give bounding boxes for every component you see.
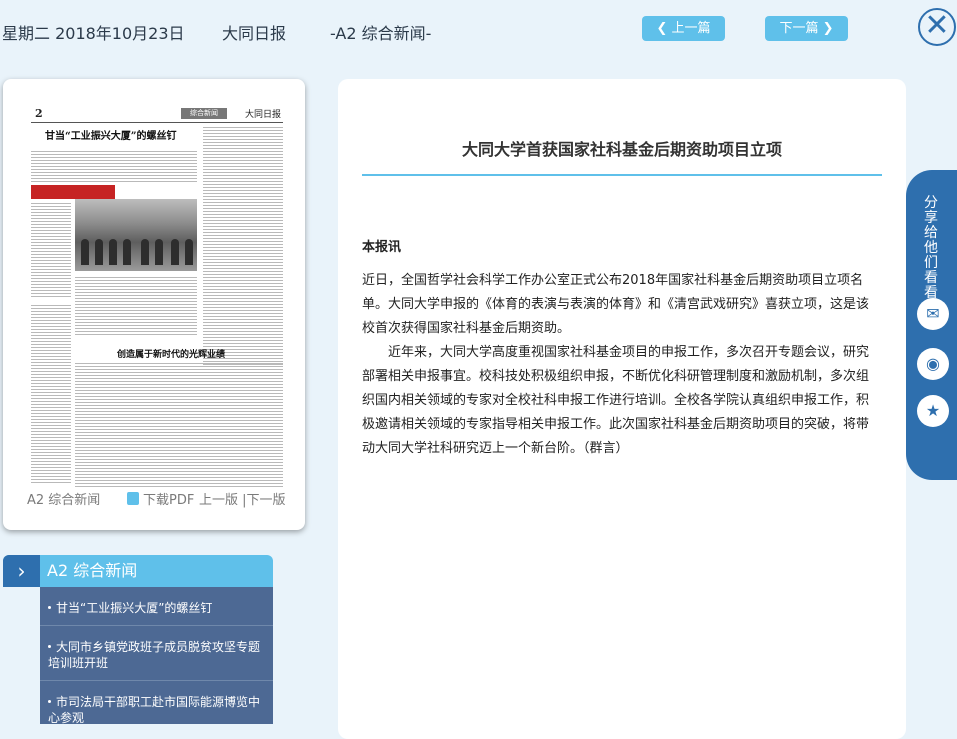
issue-date: 星期二 2018年10月23日 <box>2 24 185 43</box>
list-item-label: 甘当“工业振兴大厦”的螺丝钉 <box>56 601 213 615</box>
list-item[interactable]: 市司法局干部职工赴市国际能源博览中心参观 <box>40 681 273 724</box>
share-sidebar: 分享给他们看看 ✉ ◉ ★ <box>906 170 957 480</box>
next-article-label: 下一篇 <box>779 21 819 36</box>
download-pdf-label: 下载PDF <box>143 493 195 508</box>
page-nav-links[interactable]: 上一版 |下一版 <box>199 489 286 508</box>
section-list-header[interactable]: › A2 综合新闻 <box>3 555 273 587</box>
wechat-icon[interactable]: ✉ <box>917 298 949 330</box>
thumbnail-page-number: 2 <box>35 107 43 120</box>
preview-footer: A2 综合新闻 下载PDF 上一版 |下一版 <box>3 489 305 509</box>
thumbnail-photo <box>75 199 197 271</box>
prev-article-button[interactable]: ❮ 上一篇 <box>642 16 725 41</box>
list-item[interactable]: 大同市乡镇党政班子成员脱贫攻坚专题培训班开班 <box>40 626 273 681</box>
close-icon: ✕ <box>924 8 950 43</box>
pdf-icon <box>127 492 139 505</box>
section-article-list: › A2 综合新闻 甘当“工业振兴大厦”的螺丝钉 大同市乡镇党政班子成员脱贫攻坚… <box>3 555 273 724</box>
bullet-icon <box>48 606 51 609</box>
thumbnail-text-block <box>31 151 197 183</box>
thumbnail-page-tab: 综合新闻 <box>181 108 227 119</box>
bullet-icon <box>48 700 51 703</box>
list-item[interactable]: 甘当“工业振兴大厦”的螺丝钉 <box>40 587 273 626</box>
next-article-button[interactable]: 下一篇 ❯ <box>765 16 848 41</box>
top-bar: 星期二 2018年10月23日 大同日报 -A2 综合新闻- ❮ 上一篇 下一篇… <box>0 0 957 60</box>
thumbnail-text-block <box>31 305 71 485</box>
section-list-title: A2 综合新闻 <box>47 561 138 580</box>
article-body: 近日，全国哲学社会科学工作办公室正式公布2018年国家社科基金后期资助项目立项名… <box>362 269 878 461</box>
weibo-icon[interactable]: ◉ <box>917 348 949 380</box>
thumbnail-text-block <box>75 277 197 337</box>
paper-name: 大同日报 <box>222 24 287 43</box>
thumbnail-rule <box>31 122 283 123</box>
article-byline: 本报讯 <box>362 240 402 255</box>
page-preview-card: 2 综合新闻 大同日报 甘当“工业振兴大厦”的螺丝钉 创造属于新时代的光辉业绩 … <box>3 79 305 530</box>
thumbnail-text-block <box>75 363 283 487</box>
bullet-icon <box>48 645 51 648</box>
thumbnail-text-block <box>203 127 283 367</box>
thumbnail-red-banner <box>31 185 115 199</box>
article-title: 大同大学首获国家社科基金后期资助项目立项 <box>461 140 782 159</box>
thumbnail-headline-1: 甘当“工业振兴大厦”的螺丝钉 <box>45 131 177 142</box>
prev-article-label: 上一篇 <box>671 21 711 36</box>
thumbnail-masthead: 2 综合新闻 大同日报 <box>31 107 283 121</box>
newspaper-page-thumbnail[interactable]: 2 综合新闻 大同日报 甘当“工业振兴大厦”的螺丝钉 创造属于新时代的光辉业绩 <box>31 107 283 493</box>
title-divider <box>362 174 882 176</box>
list-item-label: 大同市乡镇党政班子成员脱贫攻坚专题培训班开班 <box>48 640 261 670</box>
download-pdf-link[interactable]: 下载PDF <box>127 489 194 508</box>
share-label: 分享给他们看看 <box>924 195 938 301</box>
thumbnail-text-block <box>31 203 71 299</box>
section-name: -A2 综合新闻- <box>330 24 432 43</box>
section-list-items: 甘当“工业振兴大厦”的螺丝钉 大同市乡镇党政班子成员脱贫攻坚专题培训班开班 市司… <box>40 587 273 724</box>
preview-section-label: A2 综合新闻 <box>27 493 101 508</box>
article-paragraph: 近年来，大同大学高度重视国家社科基金项目的申报工作，多次召开专题会议，研究部署相… <box>362 345 870 456</box>
chevron-right-icon: › <box>3 555 40 587</box>
chevron-right-icon: ❯ <box>822 21 834 36</box>
thumbnail-logo: 大同日报 <box>245 110 282 120</box>
chevron-left-icon: ❮ <box>656 21 668 36</box>
article-paragraph: 近日，全国哲学社会科学工作办公室正式公布2018年国家社科基金后期资助项目立项名… <box>362 273 870 336</box>
qzone-icon[interactable]: ★ <box>917 395 949 427</box>
close-button[interactable]: ✕ <box>918 8 956 46</box>
list-item-label: 市司法局干部职工赴市国际能源博览中心参观 <box>48 695 261 724</box>
thumbnail-headline-2: 创造属于新时代的光辉业绩 <box>117 350 226 360</box>
article-panel: 大同大学首获国家社科基金后期资助项目立项 本报讯 近日，全国哲学社会科学工作办公… <box>338 79 906 739</box>
